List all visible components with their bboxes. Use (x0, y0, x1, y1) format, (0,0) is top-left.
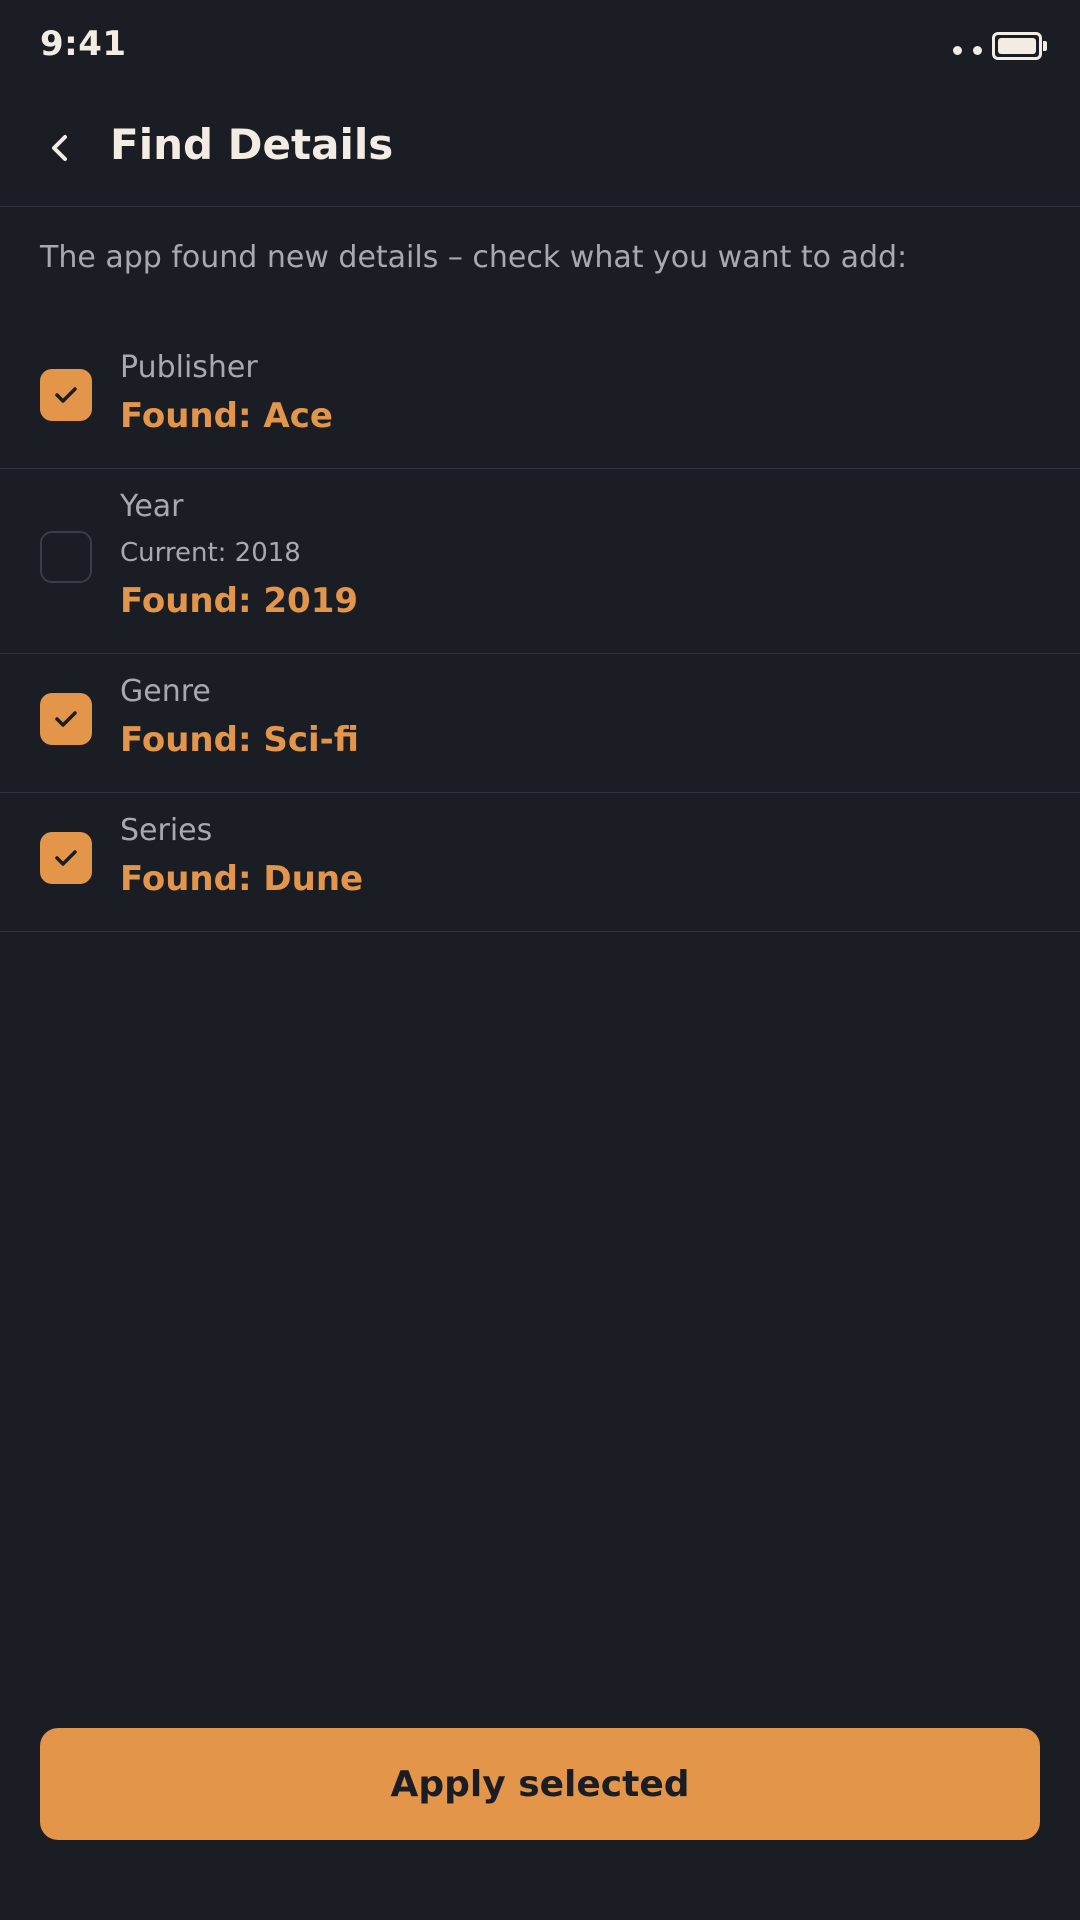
chevron-left-icon (52, 135, 67, 161)
field-label: Publisher (120, 350, 258, 385)
signal-dots-icon (942, 40, 982, 55)
detail-row-genre[interactable]: Genre Found: Sci-fi (0, 654, 1080, 793)
genre-checkbox[interactable] (40, 693, 92, 745)
page-title: Find Details (110, 120, 394, 169)
publisher-checkbox[interactable] (40, 369, 92, 421)
field-label: Series (120, 813, 213, 848)
detail-row-year[interactable]: Year Current: 2018 Found: 2019 (0, 469, 1080, 654)
signal-dot (973, 46, 982, 55)
detail-list: Publisher Found: Ace Year Current: 2018 … (0, 330, 1080, 932)
status-bar: 9:41 (0, 0, 1080, 90)
signal-dot (953, 46, 962, 55)
status-time: 9:41 (40, 24, 127, 64)
battery-icon (992, 32, 1047, 60)
battery-fill (998, 38, 1036, 54)
current-value: Current: 2018 (120, 538, 301, 568)
apply-selected-button[interactable]: Apply selected (40, 1728, 1040, 1840)
field-label: Genre (120, 674, 211, 709)
found-value: Found: Ace (120, 396, 333, 436)
intro-text: The app found new details – check what y… (40, 240, 908, 275)
screen: 9:41 Find Details The app found new deta… (0, 0, 1080, 1920)
field-label: Year (120, 489, 184, 524)
detail-row-series[interactable]: Series Found: Dune (0, 793, 1080, 932)
checkmark-icon (55, 850, 77, 866)
back-button[interactable] (36, 124, 84, 172)
year-checkbox[interactable] (40, 531, 92, 583)
found-value: Found: 2019 (120, 581, 359, 621)
checkmark-icon (55, 387, 77, 403)
checkmark-icon (55, 711, 77, 727)
header: Find Details (0, 90, 1080, 207)
detail-row-publisher[interactable]: Publisher Found: Ace (0, 330, 1080, 469)
found-value: Found: Dune (120, 859, 364, 899)
found-value: Found: Sci-fi (120, 720, 359, 760)
series-checkbox[interactable] (40, 832, 92, 884)
